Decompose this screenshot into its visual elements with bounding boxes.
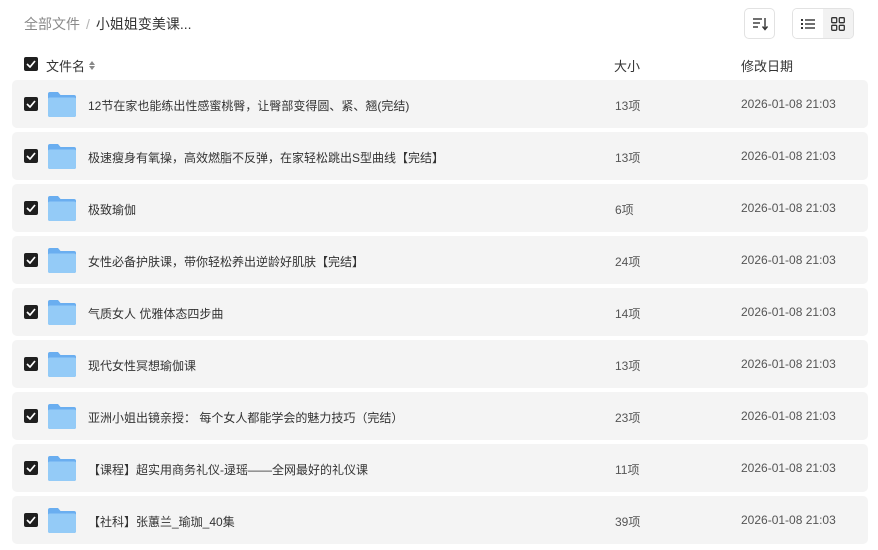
file-name[interactable]: 女性必备护肤课，带你轻松养出逆龄好肌肤【完结】 [88, 253, 364, 270]
file-name[interactable]: 【社科】张蕙兰_瑜珈_40集 [88, 513, 235, 530]
file-name[interactable]: 气质女人 优雅体态四步曲 [88, 305, 223, 322]
file-modified-date: 2026-01-08 21:03 [741, 357, 836, 371]
file-size: 39项 [615, 515, 641, 529]
file-row[interactable]: 气质女人 优雅体态四步曲 14项 2026-01-08 21:03 [12, 288, 868, 336]
list-view-button[interactable] [793, 9, 823, 38]
column-header-name[interactable]: 文件名 [46, 56, 96, 75]
check-icon [26, 204, 36, 212]
file-modified-date: 2026-01-08 21:03 [741, 97, 836, 111]
column-header-date[interactable]: 修改日期 [741, 56, 793, 75]
file-size: 23项 [615, 411, 641, 425]
file-name[interactable]: 极致瑜伽 [88, 201, 136, 218]
file-modified-date: 2026-01-08 21:03 [741, 305, 836, 319]
file-modified-date: 2026-01-08 21:03 [741, 513, 836, 527]
breadcrumb: 全部文件 / 小姐姐变美课... [24, 15, 192, 33]
list-icon [801, 18, 815, 29]
breadcrumb-separator: / [86, 16, 90, 32]
row-checkbox[interactable] [24, 409, 38, 423]
row-checkbox[interactable] [24, 97, 38, 111]
column-header-size[interactable]: 大小 [614, 56, 640, 75]
check-icon [26, 360, 36, 368]
row-checkbox[interactable] [24, 305, 38, 319]
check-icon [26, 100, 36, 108]
sort-lines-icon [752, 17, 768, 31]
check-icon [26, 60, 36, 68]
view-toggle [792, 8, 854, 39]
file-name[interactable]: 现代女性冥想瑜伽课 [88, 357, 196, 374]
folder-icon [47, 90, 77, 123]
check-icon [26, 516, 36, 524]
file-modified-date: 2026-01-08 21:03 [741, 201, 836, 215]
row-checkbox[interactable] [24, 253, 38, 267]
file-size: 11项 [615, 463, 640, 477]
folder-icon [47, 454, 77, 487]
file-size: 13项 [615, 359, 641, 373]
folder-icon [47, 402, 77, 435]
select-all-checkbox[interactable] [24, 57, 38, 71]
file-row[interactable]: 极速瘦身有氧操，高效燃脂不反弹，在家轻松跳出S型曲线【完结】 13项 2026-01… [12, 132, 868, 180]
file-row[interactable]: 【社科】张蕙兰_瑜珈_40集 39项 2026-01-08 21:03 [12, 496, 868, 544]
file-size: 14项 [615, 307, 641, 321]
file-name[interactable]: 12节在家也能练出性感蜜桃臀，让臀部变得圆、紧、翘(完结) [88, 97, 409, 114]
file-list: 12节在家也能练出性感蜜桃臀，让臀部变得圆、紧、翘(完结) 13项 2026-01-… [12, 80, 868, 548]
file-name[interactable]: 亚洲小姐出镜亲授： 每个女人都能学会的魅力技巧（完结） [88, 409, 403, 426]
row-checkbox[interactable] [24, 149, 38, 163]
row-checkbox[interactable] [24, 461, 38, 475]
folder-icon [47, 194, 77, 227]
row-checkbox[interactable] [24, 513, 38, 527]
check-icon [26, 412, 36, 420]
file-size: 13项 [615, 151, 641, 165]
file-row[interactable]: 现代女性冥想瑜伽课 13项 2026-01-08 21:03 [12, 340, 868, 388]
file-size: 24项 [615, 255, 641, 269]
row-checkbox[interactable] [24, 357, 38, 371]
sort-button[interactable] [744, 8, 775, 39]
check-icon [26, 152, 36, 160]
breadcrumb-root-link[interactable]: 全部文件 [24, 14, 80, 34]
row-checkbox[interactable] [24, 201, 38, 215]
sort-arrows-icon [89, 61, 96, 70]
file-size: 6项 [615, 203, 634, 217]
file-name[interactable]: 【课程】超实用商务礼仪-逯瑶——全网最好的礼仪课 [88, 461, 368, 478]
file-row[interactable]: 亚洲小姐出镜亲授： 每个女人都能学会的魅力技巧（完结） 23项 2026-01-08… [12, 392, 868, 440]
folder-icon [47, 142, 77, 175]
folder-icon [47, 298, 77, 331]
file-row[interactable]: 女性必备护肤课，带你轻松养出逆龄好肌肤【完结】 24项 2026-01-08 21:… [12, 236, 868, 284]
folder-icon [47, 506, 77, 539]
file-modified-date: 2026-01-08 21:03 [741, 461, 836, 475]
file-modified-date: 2026-01-08 21:03 [741, 409, 836, 423]
file-modified-date: 2026-01-08 21:03 [741, 149, 836, 163]
file-row[interactable]: 极致瑜伽 6项 2026-01-08 21:03 [12, 184, 868, 232]
file-name[interactable]: 极速瘦身有氧操，高效燃脂不反弹，在家轻松跳出S型曲线【完结】 [88, 149, 444, 166]
folder-icon [47, 350, 77, 383]
breadcrumb-current: 小姐姐变美课... [95, 16, 192, 32]
grid-view-button[interactable] [823, 9, 853, 38]
column-name-label: 文件名 [46, 59, 86, 74]
file-row[interactable]: 【课程】超实用商务礼仪-逯瑶——全网最好的礼仪课 11项 2026-01-08 21… [12, 444, 868, 492]
file-row[interactable]: 12节在家也能练出性感蜜桃臀，让臀部变得圆、紧、翘(完结) 13项 2026-01-… [12, 80, 868, 128]
check-icon [26, 256, 36, 264]
check-icon [26, 464, 36, 472]
folder-icon [47, 246, 77, 279]
file-modified-date: 2026-01-08 21:03 [741, 253, 836, 267]
check-icon [26, 308, 36, 316]
table-header: 文件名 大小 修改日期 [12, 50, 868, 78]
grid-icon [831, 16, 845, 31]
file-size: 13项 [615, 99, 641, 113]
